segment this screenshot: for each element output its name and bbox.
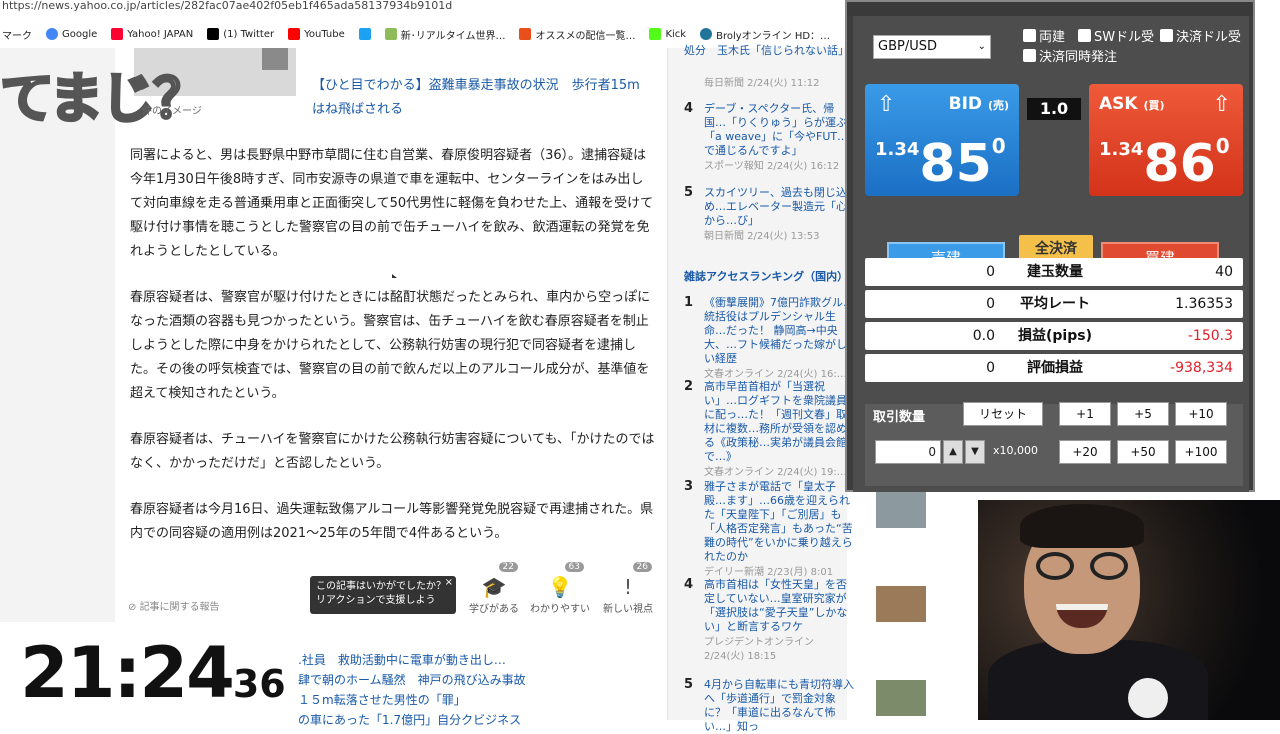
kick-icon bbox=[649, 28, 662, 40]
youtube-icon bbox=[288, 28, 301, 40]
qty-unit: x10,000 bbox=[993, 444, 1038, 457]
hedge-checkbox[interactable]: 両建 bbox=[1023, 26, 1065, 45]
list-item[interactable]: 肆で朝のホーム騒然 神戸の飛び込み事故 bbox=[298, 670, 666, 690]
webcam-feed bbox=[978, 500, 1280, 720]
sw-dollar-checkbox[interactable]: SWドル受 bbox=[1078, 26, 1154, 45]
add-1-button[interactable]: +1 bbox=[1059, 402, 1111, 426]
bookmark-twitter-bird[interactable] bbox=[358, 28, 371, 40]
pnl-row: 0 評価損益 -938,334 bbox=[865, 354, 1243, 382]
trade-qty-label: 取引数量 bbox=[873, 410, 926, 425]
bookmark-news[interactable]: 新･リアルタイム世界… bbox=[384, 27, 505, 42]
glasses-icon bbox=[1036, 552, 1074, 580]
graduation-cap-icon: 🎓 bbox=[481, 575, 507, 599]
reaction-tooltip: この記事はいかがでしたか？リアクションで支援しよう × bbox=[310, 576, 456, 614]
ranking-heading: 雑誌アクセスランキング（国内） bbox=[684, 270, 849, 283]
simultaneous-order-checkbox[interactable]: 決済同時発注 bbox=[1023, 46, 1117, 65]
currency-pair-select[interactable]: GBP/USD ⌄ bbox=[873, 35, 991, 59]
list-item[interactable]: １５m転落させた男性の「罪」 bbox=[298, 690, 666, 710]
bookmark-google[interactable]: Google bbox=[46, 28, 97, 40]
close-icon[interactable]: × bbox=[445, 576, 453, 590]
ranking-thumbnail[interactable] bbox=[876, 492, 926, 528]
bookmark-twitter[interactable]: (1) Twitter bbox=[207, 28, 274, 40]
image-caption: 件のイメージ bbox=[142, 106, 202, 117]
yahoo-icon bbox=[111, 28, 124, 40]
article-paragraph: 春原容疑者は今月16日、過失運転致傷アルコール等影響発覚免脱容疑で再逮捕された。… bbox=[130, 502, 654, 541]
list-item[interactable]: .社員 救助活動中に電車が動き出し… bbox=[298, 650, 666, 670]
left-margin bbox=[0, 48, 115, 720]
ranking-item[interactable]: 5 4月から自転車にも青切符導入へ「歩道通行」で罰金対象に？「車道に出るなんて怖い… bbox=[684, 678, 854, 734]
qty-up-button[interactable]: ▲ bbox=[943, 440, 963, 464]
arrow-up-icon: ⇧ bbox=[877, 92, 896, 117]
sidebar-top-item[interactable]: 処分 玉木氏「信じられない話」 bbox=[684, 44, 849, 58]
reset-button[interactable]: リセット bbox=[963, 402, 1043, 426]
ask-price: 1.34860 bbox=[1099, 134, 1230, 194]
bookmark-youtube[interactable]: YouTube bbox=[288, 28, 345, 40]
ask-button[interactable]: ASK (買) ⇧ 1.34860 bbox=[1089, 84, 1243, 196]
stream-icon bbox=[519, 28, 532, 40]
person-hand bbox=[1128, 678, 1168, 718]
lightbulb-icon: 💡 bbox=[547, 575, 573, 599]
person-hair bbox=[1020, 504, 1144, 548]
clock: 21:2436 bbox=[20, 632, 286, 714]
article-image-detail bbox=[262, 48, 288, 70]
exclamation-icon: ! bbox=[623, 575, 633, 599]
ranking-item[interactable]: 1 《衝撃展開》7億円詐欺グル…統括役はプルデンシャル生命…だった！ 静岡高→中央… bbox=[684, 296, 854, 382]
glasses-icon bbox=[1090, 552, 1128, 580]
bid-button[interactable]: ⇧ BID (売) 1.34850 bbox=[865, 84, 1019, 196]
ranking-item[interactable]: 4 高市首相は「女性天皇」を否定していない…皇室研究家が「選択肢は“愛子天皇”しか… bbox=[684, 578, 854, 664]
bookmark-yahoo[interactable]: Yahoo! JAPAN bbox=[111, 28, 193, 40]
add-5-button[interactable]: +5 bbox=[1117, 402, 1169, 426]
avg-rate-row: 0 平均レート 1.36353 bbox=[865, 290, 1243, 318]
settle-dollar-checkbox[interactable]: 決済ドル受 bbox=[1160, 26, 1241, 45]
add-50-button[interactable]: +50 bbox=[1117, 440, 1169, 464]
position-qty-row: 0 建玉数量 40 bbox=[865, 258, 1243, 286]
bookmark-kick[interactable]: Kick bbox=[649, 28, 686, 40]
twitter-bird-icon bbox=[358, 28, 371, 40]
google-icon bbox=[46, 28, 58, 40]
bottom-links: .社員 救助活動中に電車が動き出し… 肆で朝のホーム騒然 神戸の飛び込み事故 １… bbox=[298, 650, 666, 730]
list-item[interactable]: の車にあった「1.7億円」自分クビジネス bbox=[298, 710, 666, 730]
qty-input[interactable]: 0 bbox=[875, 440, 941, 464]
ranking-thumbnail[interactable] bbox=[876, 680, 926, 716]
related-article-link[interactable]: 【ひと目でわかる】盗難車暴走事故の状況 歩行者15m はね飛ばされる bbox=[312, 74, 652, 122]
reaction-learn-button[interactable]: 22 🎓 学びがある bbox=[464, 562, 524, 615]
ranking-item[interactable]: 2 高市早苗首相が「当選祝い」…ログギフトを衆院議員に配っ…た！「週刊文春」取材に… bbox=[684, 380, 854, 480]
news-icon bbox=[384, 28, 397, 40]
reaction-clear-button[interactable]: 63 💡 わかりやすい bbox=[530, 562, 590, 615]
chevron-down-icon: ⌄ bbox=[977, 41, 986, 52]
pips-row: 0.0 損益(pips) -150.3 bbox=[865, 322, 1243, 350]
x-icon bbox=[207, 28, 220, 40]
bookmark-item[interactable]: マーク bbox=[2, 27, 32, 42]
spread-value: 1.0 bbox=[1027, 98, 1081, 120]
arrow-up-icon: ⇧ bbox=[1212, 92, 1231, 117]
add-100-button[interactable]: +100 bbox=[1175, 440, 1227, 464]
ranking-item[interactable]: 5 スカイツリー、過去も閉じ込め…エレベーター製造元「心から…び」 朝日新聞 2/2… bbox=[684, 186, 854, 244]
report-link[interactable]: ⊘ 記事に関する報告 bbox=[128, 598, 220, 613]
stream-overlay-text: てまじ？ bbox=[0, 66, 209, 132]
mouse-cursor bbox=[392, 274, 397, 278]
article-paragraph: 同署によると、男は長野県中野市草間に住む自営業、春原俊明容疑者（36）。逮捕容疑… bbox=[130, 148, 654, 259]
address-bar[interactable]: https://news.yahoo.co.jp/articles/282fac… bbox=[0, 0, 840, 14]
ranking-item[interactable]: 4 デーブ・スペクター氏、帰国…「りくりゅう」らが運ぶ「a weave」に「今やF… bbox=[684, 102, 854, 174]
add-10-button[interactable]: +10 bbox=[1175, 402, 1227, 426]
ranking-thumbnail[interactable] bbox=[876, 586, 926, 622]
article-paragraph: 春原容疑者は、警察官が駆け付けたときには酩酊状態だったとみられ、車内から空っぽに… bbox=[130, 290, 651, 401]
bookmark-broly[interactable]: Brolyオンライン HD：… bbox=[700, 27, 830, 42]
trading-panel: GBP/USD ⌄ 両建 SWドル受 決済ドル受 決済同時発注 ⇧ BID (売)… bbox=[845, 0, 1255, 492]
panel-titlebar bbox=[847, 2, 1253, 16]
qty-down-button[interactable]: ▼ bbox=[965, 440, 985, 464]
bookmark-stream[interactable]: オススメの配信一覧… bbox=[519, 27, 635, 42]
add-20-button[interactable]: +20 bbox=[1059, 440, 1111, 464]
ranking-item[interactable]: 3 雅子さまが電話で「皇太子殿…ます」…66歳を迎えられた「天皇陛下」「ご別居」も… bbox=[684, 480, 854, 580]
sidebar-top-source: 毎日新聞 2/24(火) 11:12 bbox=[704, 78, 820, 89]
bid-price: 1.34850 bbox=[875, 134, 1006, 194]
reaction-new-view-button[interactable]: 26! 新しい視点 bbox=[598, 562, 658, 615]
article-paragraph: 春原容疑者は、チューハイを警察官にかけた公務執行妨害容疑についても、「かけたので… bbox=[130, 432, 655, 471]
wordpress-icon bbox=[700, 28, 713, 40]
